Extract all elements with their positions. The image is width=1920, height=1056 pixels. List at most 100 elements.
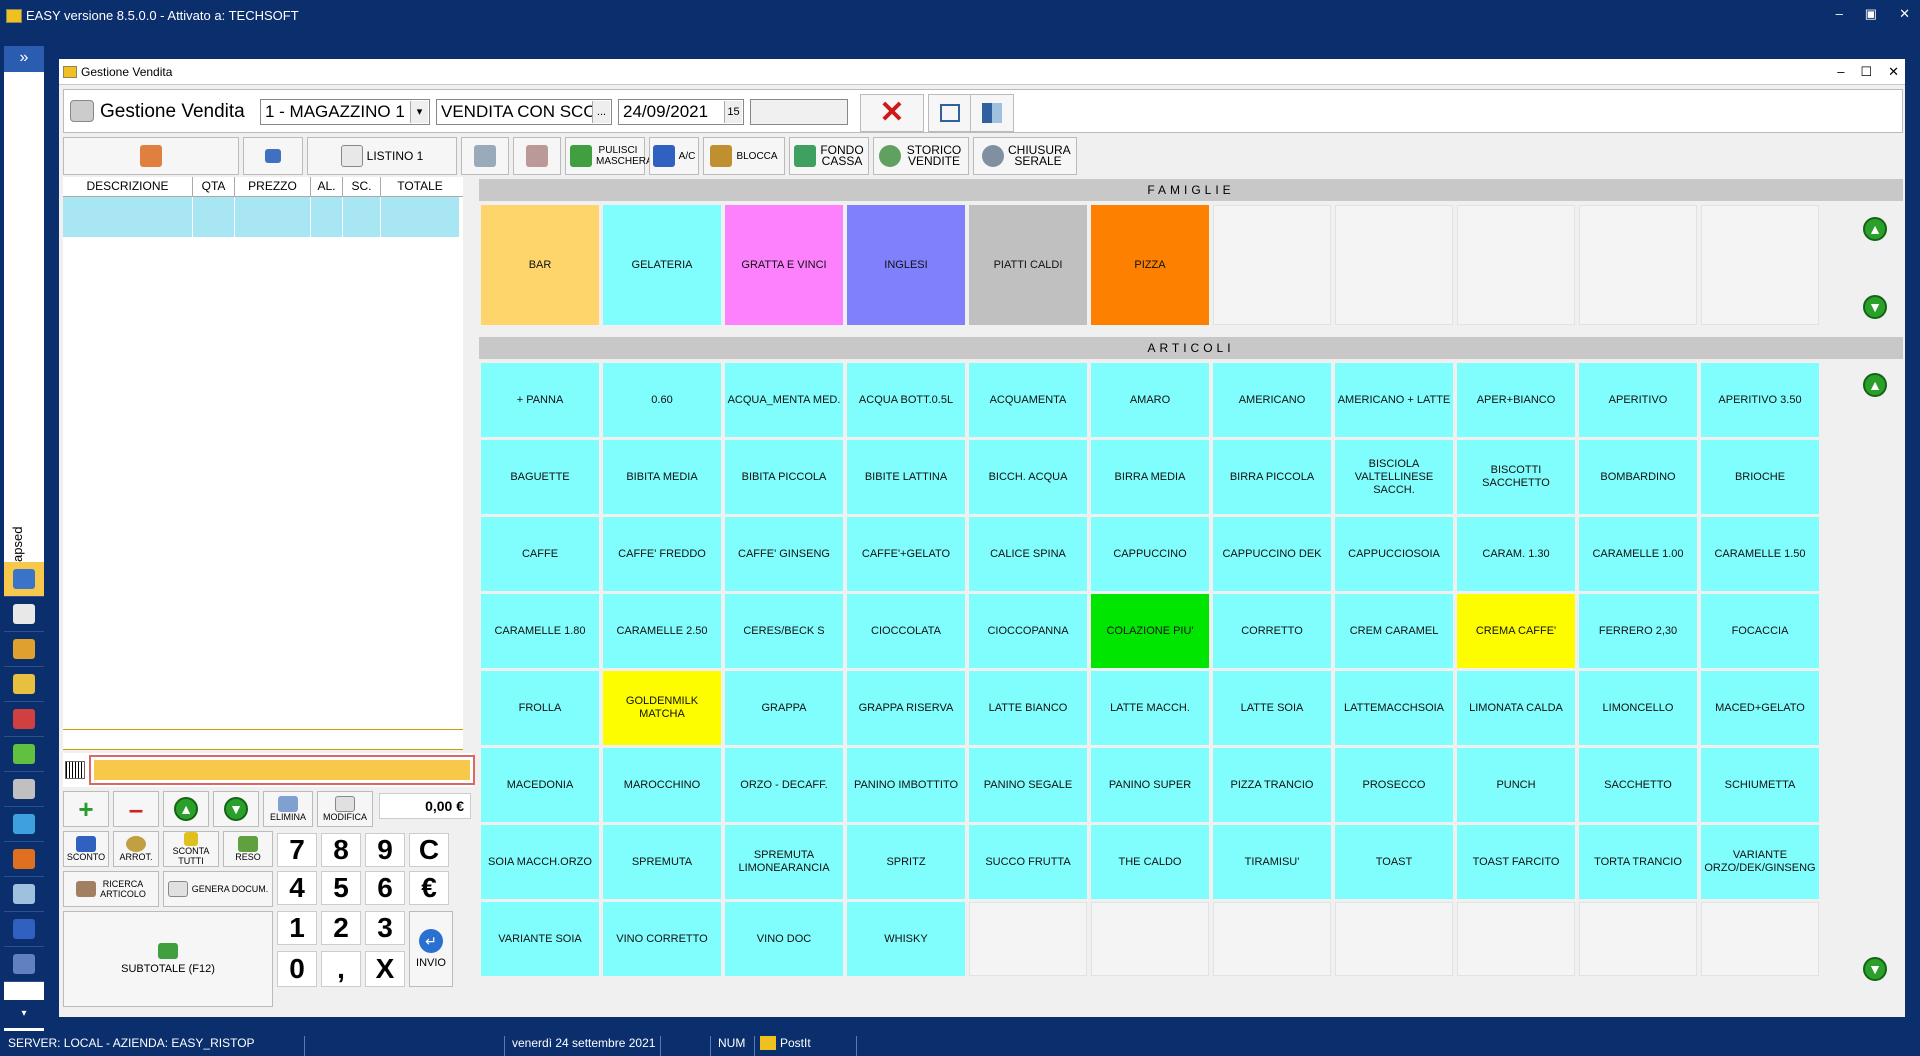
articolo-tile[interactable]: SPREMUTA LIMONEARANCIA	[725, 825, 843, 899]
rail-icon-documents[interactable]	[4, 597, 44, 632]
articolo-tile[interactable]: + PANNA	[481, 363, 599, 437]
sconta-tutti-button[interactable]: SCONTA TUTTI	[163, 831, 219, 867]
empty-tile[interactable]	[1701, 902, 1819, 976]
chevron-down-icon[interactable]: ▾	[410, 101, 428, 123]
key-3[interactable]: 3	[365, 911, 405, 945]
empty-tile[interactable]	[1213, 205, 1331, 325]
vendita-type-field[interactable]: VENDITA CON SCO ...	[436, 99, 612, 125]
window-maximize-button[interactable]: ☐	[1860, 64, 1872, 80]
articolo-tile[interactable]: BRIOCHE	[1701, 440, 1819, 514]
empty-tile[interactable]	[1701, 205, 1819, 325]
split-window-button[interactable]	[970, 94, 1014, 132]
articolo-tile[interactable]: AMERICANO	[1213, 363, 1331, 437]
key-0[interactable]: 0	[277, 951, 317, 987]
empty-tile[interactable]	[1091, 902, 1209, 976]
articolo-tile[interactable]: MACED+GELATO	[1701, 671, 1819, 745]
articolo-tile[interactable]: GRAPPA	[725, 671, 843, 745]
articolo-tile[interactable]: MACEDONIA	[481, 748, 599, 822]
window-minimize-button[interactable]: –	[1837, 64, 1844, 80]
articolo-tile[interactable]: APERITIVO 3.50	[1701, 363, 1819, 437]
key-comma[interactable]: ,	[321, 951, 361, 987]
key-clear[interactable]: C	[409, 833, 449, 867]
articolo-tile[interactable]: GOLDENMILK MATCHA	[603, 671, 721, 745]
cancel-sale-button[interactable]: ✕	[860, 94, 924, 132]
col-prezzo[interactable]: PREZZO	[235, 177, 311, 196]
articolo-tile[interactable]: LIMONCELLO	[1579, 671, 1697, 745]
add-cart-button[interactable]	[461, 137, 509, 175]
articolo-tile[interactable]: TOAST FARCITO	[1457, 825, 1575, 899]
famiglia-tile[interactable]: BAR	[481, 205, 599, 325]
articoli-down-button[interactable]: ▼	[1863, 957, 1887, 981]
key-1[interactable]: 1	[277, 911, 317, 945]
key-8[interactable]: 8	[321, 833, 361, 867]
modifica-button[interactable]: MODIFICA	[317, 791, 373, 827]
famiglie-up-button[interactable]: ▲	[1863, 217, 1887, 241]
col-totale[interactable]: TOTALE	[381, 177, 459, 196]
articolo-tile[interactable]: VINO DOC	[725, 902, 843, 976]
articolo-tile[interactable]: PIZZA TRANCIO	[1213, 748, 1331, 822]
articolo-tile[interactable]: MAROCCHINO	[603, 748, 721, 822]
famiglia-tile[interactable]: PIZZA	[1091, 205, 1209, 325]
articolo-tile[interactable]: ACQUA_MENTA MED.	[725, 363, 843, 437]
articoli-up-button[interactable]: ▲	[1863, 373, 1887, 397]
blocca-button[interactable]: BLOCCA	[703, 137, 785, 175]
move-up-button[interactable]: ▲	[163, 791, 209, 827]
articolo-tile[interactable]: LATTE BIANCO	[969, 671, 1087, 745]
articolo-tile[interactable]: CARAM. 1.30	[1457, 517, 1575, 591]
pulisci-maschera-button[interactable]: PULISCI MASCHERA	[565, 137, 653, 175]
articolo-tile[interactable]: SUCCO FRUTTA	[969, 825, 1087, 899]
articolo-tile[interactable]: LATTEMACCHSOIA	[1335, 671, 1453, 745]
key-x[interactable]: X	[365, 951, 405, 987]
articolo-tile[interactable]: 0.60	[603, 363, 721, 437]
rail-icon-layout[interactable]	[4, 947, 44, 982]
articolo-tile[interactable]: CAFFE' GINSENG	[725, 517, 843, 591]
articolo-tile[interactable]: CIOCCOPANNA	[969, 594, 1087, 668]
articolo-tile[interactable]: BISCIOLA VALTELLINESE SACCH.	[1335, 440, 1453, 514]
rail-icon-scale[interactable]	[4, 667, 44, 702]
articolo-tile[interactable]: THE CALDO	[1091, 825, 1209, 899]
barcode-icon[interactable]	[65, 761, 85, 779]
articolo-tile[interactable]: BISCOTTI SACCHETTO	[1457, 440, 1575, 514]
articolo-tile[interactable]: CAFFE'+GELATO	[847, 517, 965, 591]
rail-icon-navigation[interactable]	[4, 912, 44, 947]
listino-button[interactable]: LISTINO 1	[307, 137, 457, 175]
articolo-tile[interactable]: CARAMELLE 1.80	[481, 594, 599, 668]
articolo-tile[interactable]: CAPPUCCIOSOIA	[1335, 517, 1453, 591]
famiglia-tile[interactable]: GRATTA E VINCI	[725, 205, 843, 325]
close-app-button[interactable]: ✕	[1899, 6, 1910, 22]
reso-button[interactable]: RESO	[223, 831, 273, 867]
col-al[interactable]: AL.	[311, 177, 343, 196]
key-4[interactable]: 4	[277, 871, 317, 905]
articolo-tile[interactable]: PANINO SUPER	[1091, 748, 1209, 822]
col-qta[interactable]: QTA	[193, 177, 235, 196]
key-2[interactable]: 2	[321, 911, 361, 945]
articolo-tile[interactable]: VINO CORRETTO	[603, 902, 721, 976]
articolo-tile[interactable]: ACQUA BOTT.0.5L	[847, 363, 965, 437]
fondo-cassa-button[interactable]: FONDO CASSA	[789, 137, 869, 175]
empty-tile[interactable]	[969, 902, 1087, 976]
key-euro[interactable]: €	[409, 871, 449, 905]
articolo-tile[interactable]: CORRETTO	[1213, 594, 1331, 668]
articolo-tile[interactable]: COLAZIONE PIU'	[1091, 594, 1209, 668]
articolo-tile[interactable]: APERITIVO	[1579, 363, 1697, 437]
articolo-tile[interactable]: PUNCH	[1457, 748, 1575, 822]
articolo-tile[interactable]: PANINO SEGALE	[969, 748, 1087, 822]
articolo-tile[interactable]: SACCHETTO	[1579, 748, 1697, 822]
articolo-tile[interactable]: TORTA TRANCIO	[1579, 825, 1697, 899]
ricerca-articolo-button[interactable]: RICERCA ARTICOLO	[63, 871, 159, 907]
articolo-tile[interactable]: TIRAMISU'	[1213, 825, 1331, 899]
articolo-tile[interactable]: BICCH. ACQUA	[969, 440, 1087, 514]
chiusura-serale-button[interactable]: CHIUSURA SERALE	[973, 137, 1077, 175]
articolo-tile[interactable]: CARAMELLE 2.50	[603, 594, 721, 668]
articolo-tile[interactable]: CALICE SPINA	[969, 517, 1087, 591]
copy-window-button[interactable]	[928, 94, 972, 132]
articolo-tile[interactable]: SPRITZ	[847, 825, 965, 899]
rail-scroll-down-icon[interactable]: ▾	[4, 1000, 44, 1028]
articolo-tile[interactable]: TOAST	[1335, 825, 1453, 899]
empty-tile[interactable]	[1579, 205, 1697, 325]
sconto-button[interactable]: SCONTO	[63, 831, 109, 867]
articolo-tile[interactable]: WHISKY	[847, 902, 965, 976]
key-9[interactable]: 9	[365, 833, 405, 867]
articolo-tile[interactable]: VARIANTE SOIA	[481, 902, 599, 976]
rail-icon-globe[interactable]	[4, 807, 44, 842]
